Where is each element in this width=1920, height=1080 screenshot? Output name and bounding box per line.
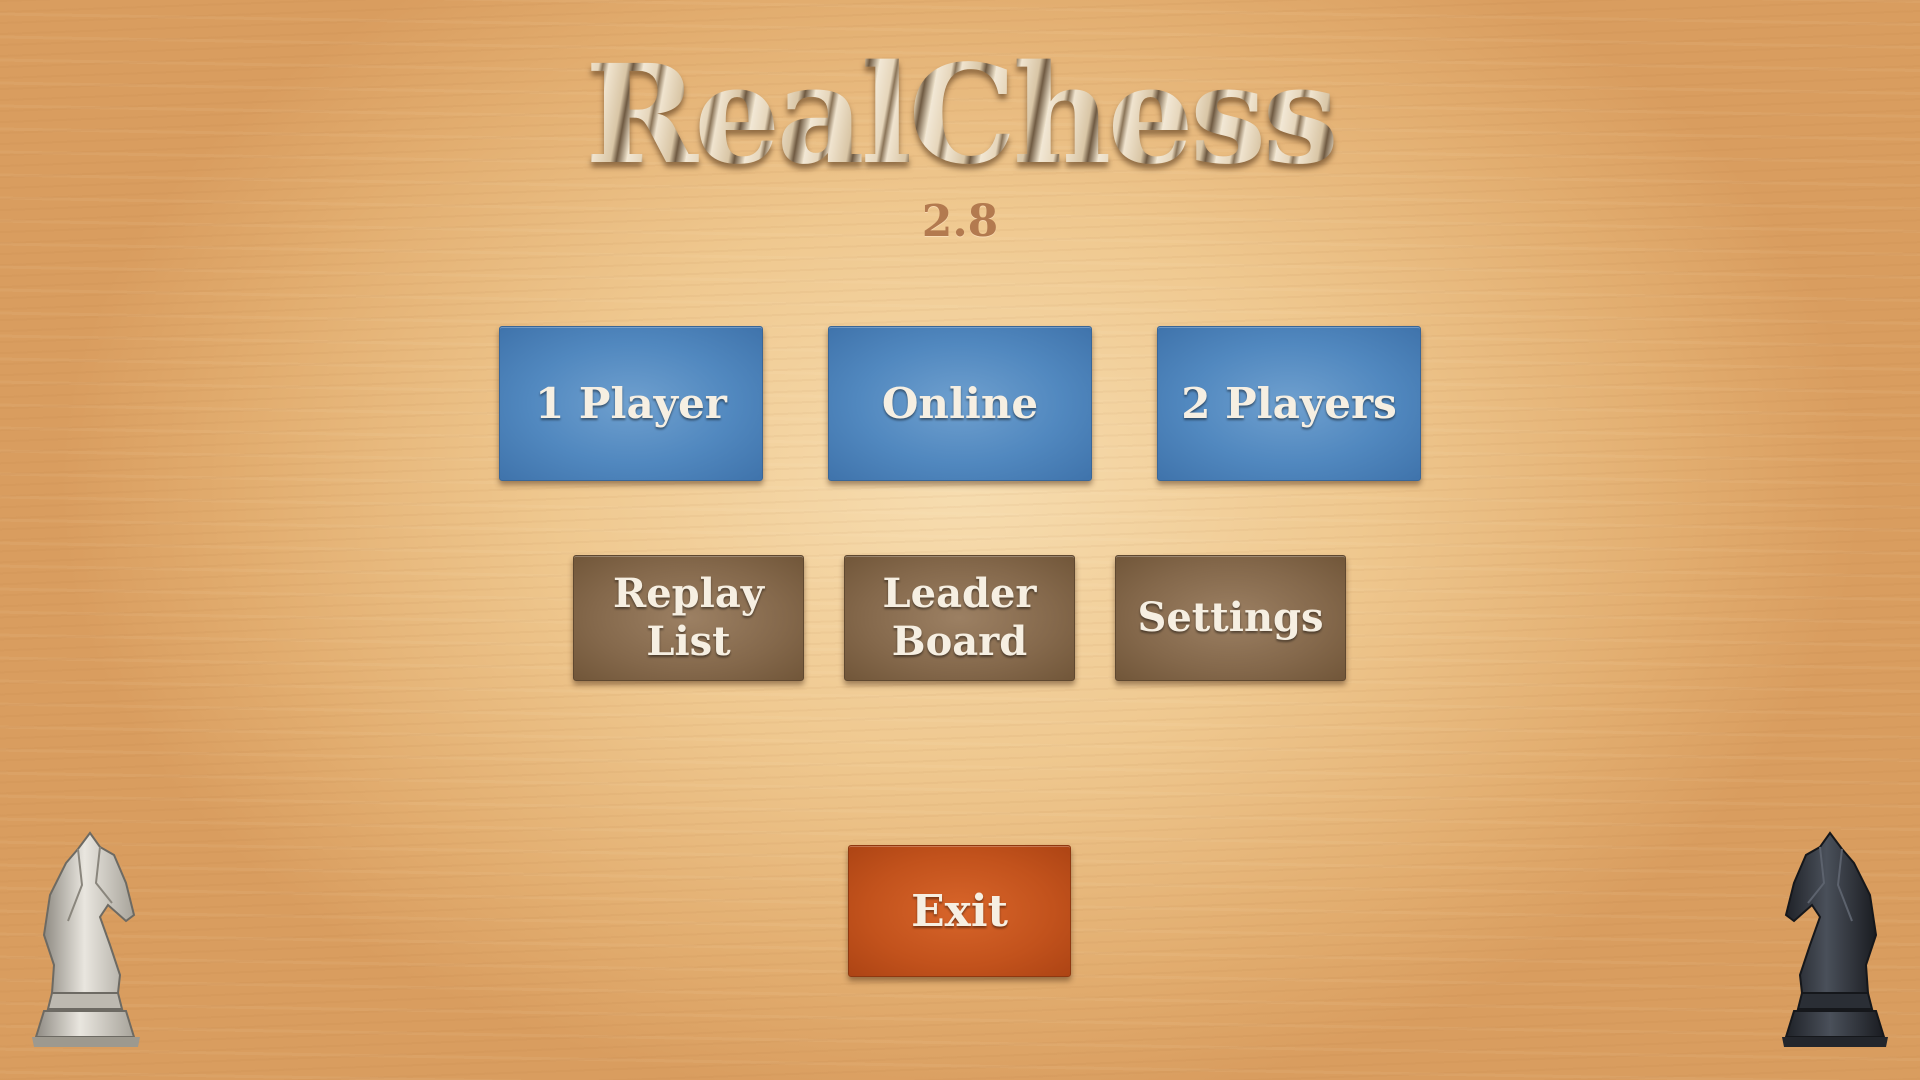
settings-button[interactable]: Settings — [1115, 555, 1346, 681]
online-label: Online — [881, 379, 1039, 428]
black-knight-icon — [1782, 831, 1888, 1047]
replay-list-label-line1: Replay — [612, 570, 764, 617]
one-player-button[interactable]: 1 Player — [499, 326, 763, 481]
settings-label: Settings — [1137, 594, 1324, 641]
leader-board-button[interactable]: Leader Board — [844, 555, 1075, 681]
replay-list-label-line2: List — [646, 618, 731, 665]
white-knight-icon — [32, 831, 140, 1047]
replay-list-button[interactable]: Replay List — [573, 555, 804, 681]
exit-button[interactable]: Exit — [848, 845, 1071, 977]
two-players-button[interactable]: 2 Players — [1157, 326, 1421, 481]
version-label: 2.8 — [921, 196, 999, 247]
leader-board-label-line1: Leader — [882, 570, 1037, 617]
online-button[interactable]: Online — [828, 326, 1092, 481]
two-players-label: 2 Players — [1181, 379, 1397, 428]
one-player-label: 1 Player — [535, 379, 727, 428]
game-logo: RealChess — [0, 40, 1920, 190]
exit-label: Exit — [911, 885, 1008, 937]
leader-board-label-line2: Board — [891, 618, 1028, 665]
